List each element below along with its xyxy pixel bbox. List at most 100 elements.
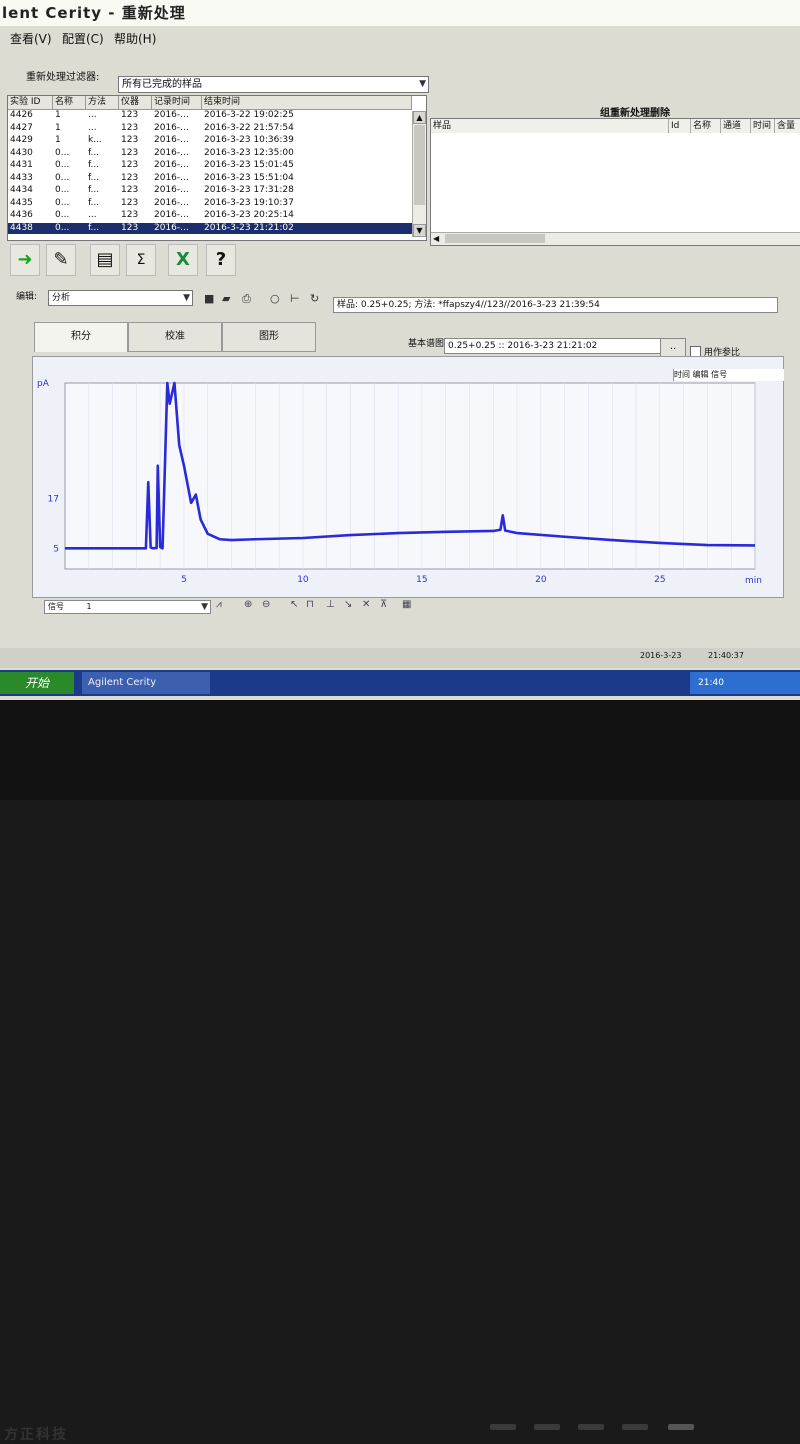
col-id[interactable]: Id: [669, 119, 691, 133]
signal-dropdown[interactable]: 信号 1 ▼: [44, 600, 211, 614]
status-date: 2016-3-23: [640, 651, 682, 660]
split-peak-icon[interactable]: ⊥: [326, 599, 335, 610]
table-cell: 2016-...: [154, 122, 189, 133]
table-cell: 2016-3-23 19:10:37: [204, 197, 294, 208]
help-icon[interactable]: ?: [206, 244, 236, 276]
table-cell: k...: [88, 135, 102, 145]
tab-graphics[interactable]: 图形: [222, 322, 316, 352]
menu-configure[interactable]: 配置(C): [62, 30, 104, 47]
table-cell: 1: [55, 110, 61, 120]
plot-area: [64, 382, 756, 570]
table-cell: 123: [121, 185, 139, 195]
scroll-thumb[interactable]: [414, 125, 425, 205]
table-row[interactable]: 4435 0... f... 123 2016-... 2016-3-23 19:10:3…: [8, 198, 412, 209]
menu-help[interactable]: 帮助(H): [114, 30, 156, 47]
table-row[interactable]: 4436 0...... 123 2016-... 2016-3-23 20:25:14: [8, 210, 412, 221]
peak-icon[interactable]: ⩘: [216, 599, 222, 610]
save-icon[interactable]: ■: [204, 292, 214, 305]
edit-notepad-icon[interactable]: ✎: [46, 244, 76, 276]
zoom-in-icon[interactable]: ⊕: [244, 599, 252, 610]
table-row[interactable]: 4434 0... f... 123 2016-... 2016-3-23 17:31:2…: [8, 185, 412, 196]
monitor-button[interactable]: [490, 1424, 516, 1430]
col-amount[interactable]: 含量: [775, 119, 800, 133]
monitor-button[interactable]: [622, 1424, 648, 1430]
table-row[interactable]: 4426 1... 123 2016-... 2016-3-22 19:02:25: [8, 110, 412, 121]
tangent-icon[interactable]: ⊼: [380, 599, 387, 610]
table-cell: 2016-3-23 15:01:45: [204, 160, 294, 170]
col-end-time[interactable]: 结束时间: [202, 96, 412, 109]
table-row[interactable]: 4429 1 k... 123 2016-... 2016-3-23 10:36:39: [8, 135, 412, 146]
delete-peak-icon[interactable]: ✕: [362, 599, 370, 610]
bracket-icon[interactable]: ⊢: [290, 292, 300, 305]
table-grid-icon[interactable]: ▤: [90, 244, 120, 276]
sum-report-icon[interactable]: Σ: [126, 244, 156, 276]
status-bar: 2016-3-23 21:40:37: [0, 648, 800, 668]
col-name[interactable]: 名称: [53, 96, 86, 109]
col-experiment-id[interactable]: 实验 ID: [8, 96, 53, 109]
menu-bar: 查看(V) 配置(C) 帮助(H): [0, 28, 800, 48]
table-cell: 0...: [55, 185, 70, 195]
tab-integration[interactable]: 积分: [34, 322, 128, 352]
scroll-left-icon[interactable]: ◀: [433, 234, 439, 243]
table-row[interactable]: 4430 0... f... 123 2016-... 2016-3-23 12:35:0…: [8, 148, 412, 159]
zoom-out-icon[interactable]: ⊖: [262, 599, 270, 610]
filter-value: 所有已完成的样品: [122, 79, 202, 90]
filter-dropdown[interactable]: 所有已完成的样品 ▼: [118, 76, 429, 93]
col-method[interactable]: 方法: [86, 96, 119, 109]
table-cell: 123: [121, 197, 139, 208]
run-arrow-icon[interactable]: ➜: [10, 244, 40, 276]
table-cell: 4433: [10, 172, 33, 183]
table-row[interactable]: 4427 1... 123 2016-... 2016-3-22 21:57:54: [8, 123, 412, 134]
move-icon[interactable]: ↘: [344, 599, 352, 610]
edit-mode-dropdown[interactable]: 分析 ▼: [48, 290, 193, 306]
start-button[interactable]: 开始: [0, 672, 74, 694]
open-folder-icon[interactable]: ▰: [222, 292, 230, 305]
table-cell: ...: [88, 122, 97, 133]
monitor-button[interactable]: [534, 1424, 560, 1430]
scroll-thumb[interactable]: [445, 234, 545, 243]
browse-button[interactable]: ..: [660, 338, 686, 358]
record-icon[interactable]: ○: [270, 292, 280, 305]
table-cell: 2016-...: [154, 160, 189, 170]
table-cell: 2016-...: [154, 210, 189, 220]
taskbar-item-cerity[interactable]: Agilent Cerity: [82, 672, 210, 694]
baseline-icon[interactable]: ⊓: [306, 599, 314, 610]
chromatogram-plot[interactable]: 时间 编辑 信号 pA min 5 10 15 20 25 5 17: [32, 356, 784, 598]
x-tick-label: 10: [297, 575, 309, 585]
samples-table[interactable]: 实验 ID 名称 方法 仪器 记录时间 结束时间 4426 1... 123 2016…: [7, 95, 427, 241]
table-cell: 2016-3-22 19:02:25: [204, 110, 294, 120]
table-cell: 4429: [10, 135, 33, 145]
table-cell: f...: [88, 197, 100, 208]
monitor-button[interactable]: [578, 1424, 604, 1430]
table-cell: 4438: [10, 222, 33, 233]
table-row[interactable]: 4438 0... f... 123 2016-... 2016-3-23 21:21:0…: [8, 222, 412, 234]
tab-calibration[interactable]: 校准: [128, 322, 222, 352]
col-sample[interactable]: 样品: [431, 119, 669, 133]
base-chrom-field[interactable]: 0.25+0.25 :: 2016-3-23 21:21:02: [444, 338, 661, 354]
table-cell: f...: [88, 222, 100, 233]
table-icon[interactable]: ▦: [402, 599, 411, 610]
excel-export-icon[interactable]: X: [168, 244, 198, 276]
menu-view[interactable]: 查看(V): [10, 30, 52, 47]
table-cell: 2016-...: [154, 135, 189, 145]
table-cell: 0...: [55, 222, 70, 233]
table-cell: 2016-3-23 12:35:00: [204, 147, 294, 158]
reprocess-list[interactable]: 样品 Id 名称 通道 时间 含量 ◀: [430, 118, 800, 246]
table-row[interactable]: 4431 0... f... 123 2016-... 2016-3-23 15:01:4…: [8, 160, 412, 171]
power-button[interactable]: [668, 1424, 694, 1430]
reprocess-horizontal-scrollbar[interactable]: ◀: [431, 232, 800, 245]
pointer-icon[interactable]: ↖: [290, 599, 298, 610]
scroll-down-icon[interactable]: ▼: [413, 224, 426, 237]
refresh-icon[interactable]: ↻: [310, 292, 319, 305]
col-record-time[interactable]: 记录时间: [152, 96, 202, 109]
table-row[interactable]: 4433 0... f... 123 2016-... 2016-3-23 15:51:0…: [8, 173, 412, 184]
col-instrument[interactable]: 仪器: [119, 96, 152, 109]
scroll-up-icon[interactable]: ▲: [413, 111, 426, 124]
table-cell: 4436: [10, 210, 33, 220]
col-name[interactable]: 名称: [691, 119, 721, 133]
samples-vertical-scrollbar[interactable]: ▲ ▼: [412, 111, 426, 237]
print-icon[interactable]: ⎙: [242, 292, 251, 306]
col-channel[interactable]: 通道: [721, 119, 751, 133]
y-tick-label: 17: [48, 495, 59, 505]
col-time[interactable]: 时间: [751, 119, 775, 133]
